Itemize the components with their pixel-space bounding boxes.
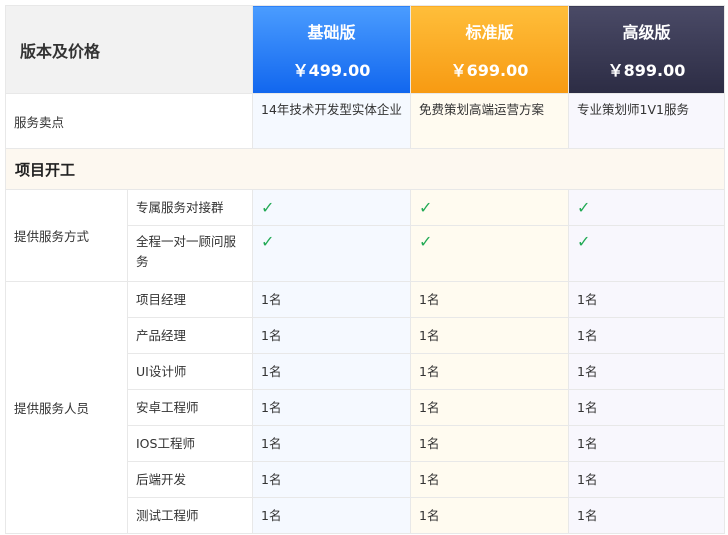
item-value: 1名 xyxy=(568,281,725,318)
item-value: 1名 xyxy=(252,389,411,426)
item-value: 1名 xyxy=(410,389,569,426)
plan-premium[interactable]: 高级版 ￥899.00 xyxy=(568,5,725,94)
group-label: 提供服务方式 xyxy=(5,189,128,282)
item-value: 1名 xyxy=(252,353,411,390)
item-value: 1名 xyxy=(568,497,725,534)
selling-row: 服务卖点 14年技术开发型实体企业 免费策划高端运营方案 专业策划师1V1服务 xyxy=(5,93,725,149)
item-name: UI设计师 xyxy=(127,353,253,390)
pricing-table: 版本及价格 基础版 ￥499.00 标准版 ￥699.00 高级版 ￥899.0… xyxy=(5,5,725,534)
item-value: 1名 xyxy=(568,461,725,498)
item-name: IOS工程师 xyxy=(127,425,253,462)
item-value: 1名 xyxy=(568,425,725,462)
plan-standard[interactable]: 标准版 ￥699.00 xyxy=(410,5,569,94)
check-icon: ✓ xyxy=(410,189,569,226)
section-row: 项目开工 xyxy=(5,148,725,190)
table-row: 提供服务方式 专属服务对接群 ✓ ✓ ✓ xyxy=(5,189,725,282)
item-value: 1名 xyxy=(410,461,569,498)
check-icon: ✓ xyxy=(252,189,411,226)
item-value: 1名 xyxy=(252,317,411,354)
check-icon: ✓ xyxy=(410,225,569,282)
item-name: 专属服务对接群 xyxy=(127,189,253,226)
plan-name: 标准版 xyxy=(465,22,514,42)
item-name: 测试工程师 xyxy=(127,497,253,534)
item-value: 1名 xyxy=(252,461,411,498)
item-name: 后端开发 xyxy=(127,461,253,498)
table-row: 提供服务人员 项目经理 1名 1名 1名 xyxy=(5,281,725,534)
item-value: 1名 xyxy=(410,353,569,390)
plan-name: 高级版 xyxy=(622,22,671,42)
plan-price: ￥899.00 xyxy=(607,60,686,80)
selling-point: 专业策划师1V1服务 xyxy=(568,93,725,149)
check-icon: ✓ xyxy=(568,225,725,282)
item-name: 项目经理 xyxy=(127,281,253,318)
item-value: 1名 xyxy=(410,497,569,534)
item-value: 1名 xyxy=(410,281,569,318)
section-title: 项目开工 xyxy=(5,148,725,190)
selling-point: 免费策划高端运营方案 xyxy=(410,93,569,149)
plan-price: ￥499.00 xyxy=(292,60,371,80)
selling-point: 14年技术开发型实体企业 xyxy=(252,93,411,149)
item-value: 1名 xyxy=(410,425,569,462)
item-value: 1名 xyxy=(252,281,411,318)
item-value: 1名 xyxy=(252,497,411,534)
check-icon: ✓ xyxy=(252,225,411,282)
item-name: 产品经理 xyxy=(127,317,253,354)
item-value: 1名 xyxy=(568,353,725,390)
item-value: 1名 xyxy=(410,317,569,354)
plan-basic[interactable]: 基础版 ￥499.00 xyxy=(252,5,411,94)
item-value: 1名 xyxy=(252,425,411,462)
item-name: 安卓工程师 xyxy=(127,389,253,426)
item-value: 1名 xyxy=(568,389,725,426)
group-label: 提供服务人员 xyxy=(5,281,128,534)
table-title: 版本及价格 xyxy=(5,5,253,94)
pricing-table-container: 版本及价格 基础版 ￥499.00 标准版 ￥699.00 高级版 ￥899.0… xyxy=(0,0,728,535)
header-row: 版本及价格 基础版 ￥499.00 标准版 ￥699.00 高级版 ￥899.0… xyxy=(5,5,725,94)
check-icon: ✓ xyxy=(568,189,725,226)
item-name: 全程一对一顾问服务 xyxy=(127,225,253,282)
item-value: 1名 xyxy=(568,317,725,354)
plan-name: 基础版 xyxy=(307,22,356,42)
row-label: 服务卖点 xyxy=(5,93,253,149)
plan-price: ￥699.00 xyxy=(450,60,529,80)
